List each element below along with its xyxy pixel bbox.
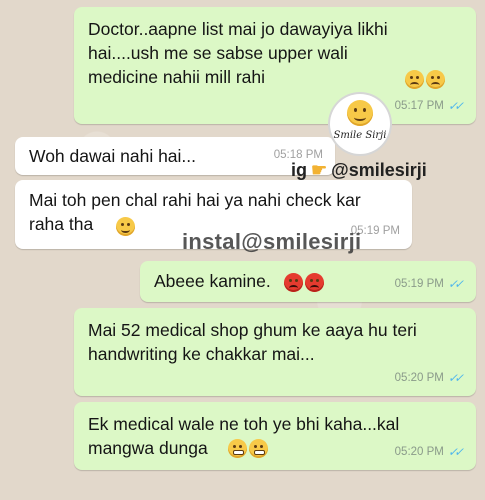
read-ticks-icon: ✓✓ [447, 445, 464, 459]
message-bubble-outgoing[interactable]: Mai 52 medical shop ghum ke aaya hu teri… [74, 308, 476, 396]
message-time: 05:17 PM [394, 100, 444, 112]
message-meta: 05:17 PM ✓✓ [395, 94, 464, 118]
steam-face-emoji [228, 439, 247, 458]
read-ticks-icon: ✓✓ [447, 371, 464, 385]
message-meta: 05:20 PM ✓✓ [395, 366, 464, 390]
message-bubble-outgoing[interactable]: Abeee kamine. 05:19 PM ✓✓ [140, 261, 476, 302]
angry-face-emoji [305, 273, 324, 292]
logo-text: Smile Sirji [333, 130, 387, 141]
pointing-hand-icon: ☛ [311, 160, 328, 180]
sad-face-emoji [405, 70, 424, 89]
angry-face-emoji [284, 273, 303, 292]
steam-face-emoji [249, 439, 268, 458]
ig-label: ig [291, 160, 307, 180]
instagram-watermark: instal@smilesirji [182, 229, 362, 254]
message-time: 05:20 PM [394, 446, 444, 458]
message-bubble-incoming[interactable]: Woh dawai nahi hai... 05:18 PM [15, 137, 335, 175]
message-meta: 05:19 PM ✓✓ [395, 272, 464, 296]
message-text: Mai 52 medical shop ghum ke aaya hu teri… [88, 320, 422, 364]
message-time: 05:20 PM [394, 372, 444, 384]
message-time: 05:19 PM [394, 278, 444, 290]
sad-face-emoji [426, 70, 445, 89]
ig-watermark: ig ☛ @smilesirji [291, 160, 427, 181]
smiley-icon [347, 100, 373, 126]
message-bubble-outgoing[interactable]: Ek medical wale ne toh ye bhi kaha...kal… [74, 402, 476, 470]
message-text: Doctor..aapne list mai jo dawayiya likhi… [88, 19, 393, 87]
ig-handle: @smilesirji [331, 160, 427, 180]
message-meta: 05:20 PM ✓✓ [395, 440, 464, 464]
read-ticks-icon: ✓✓ [447, 99, 464, 113]
message-bubble-outgoing[interactable]: Doctor..aapne list mai jo dawayiya likhi… [74, 7, 476, 124]
smiling-face-emoji [116, 217, 135, 236]
read-ticks-icon: ✓✓ [447, 277, 464, 291]
smile-sirji-logo: Smile Sirji [330, 94, 390, 154]
